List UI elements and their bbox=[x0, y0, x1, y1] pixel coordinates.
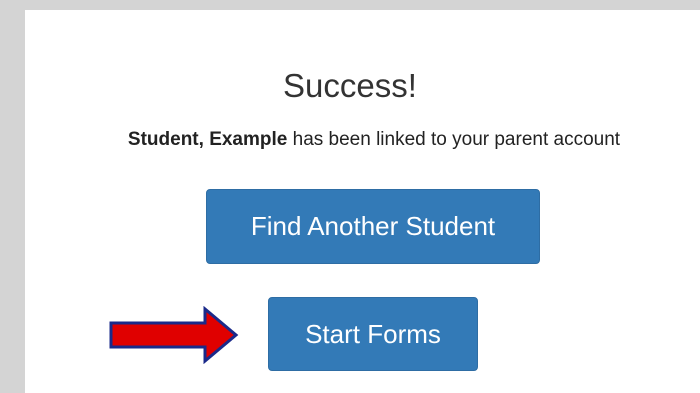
find-another-student-button[interactable]: Find Another Student bbox=[206, 189, 540, 264]
start-forms-button[interactable]: Start Forms bbox=[268, 297, 478, 371]
link-confirmation-message: Student, Example has been linked to your… bbox=[0, 128, 700, 152]
arrow-shape bbox=[109, 306, 239, 364]
student-name: Student, Example bbox=[127, 129, 288, 150]
red-arrow-icon bbox=[109, 306, 239, 364]
message-suffix: has been linked to your parent account bbox=[287, 129, 621, 150]
page-title: Success! bbox=[283, 67, 417, 104]
